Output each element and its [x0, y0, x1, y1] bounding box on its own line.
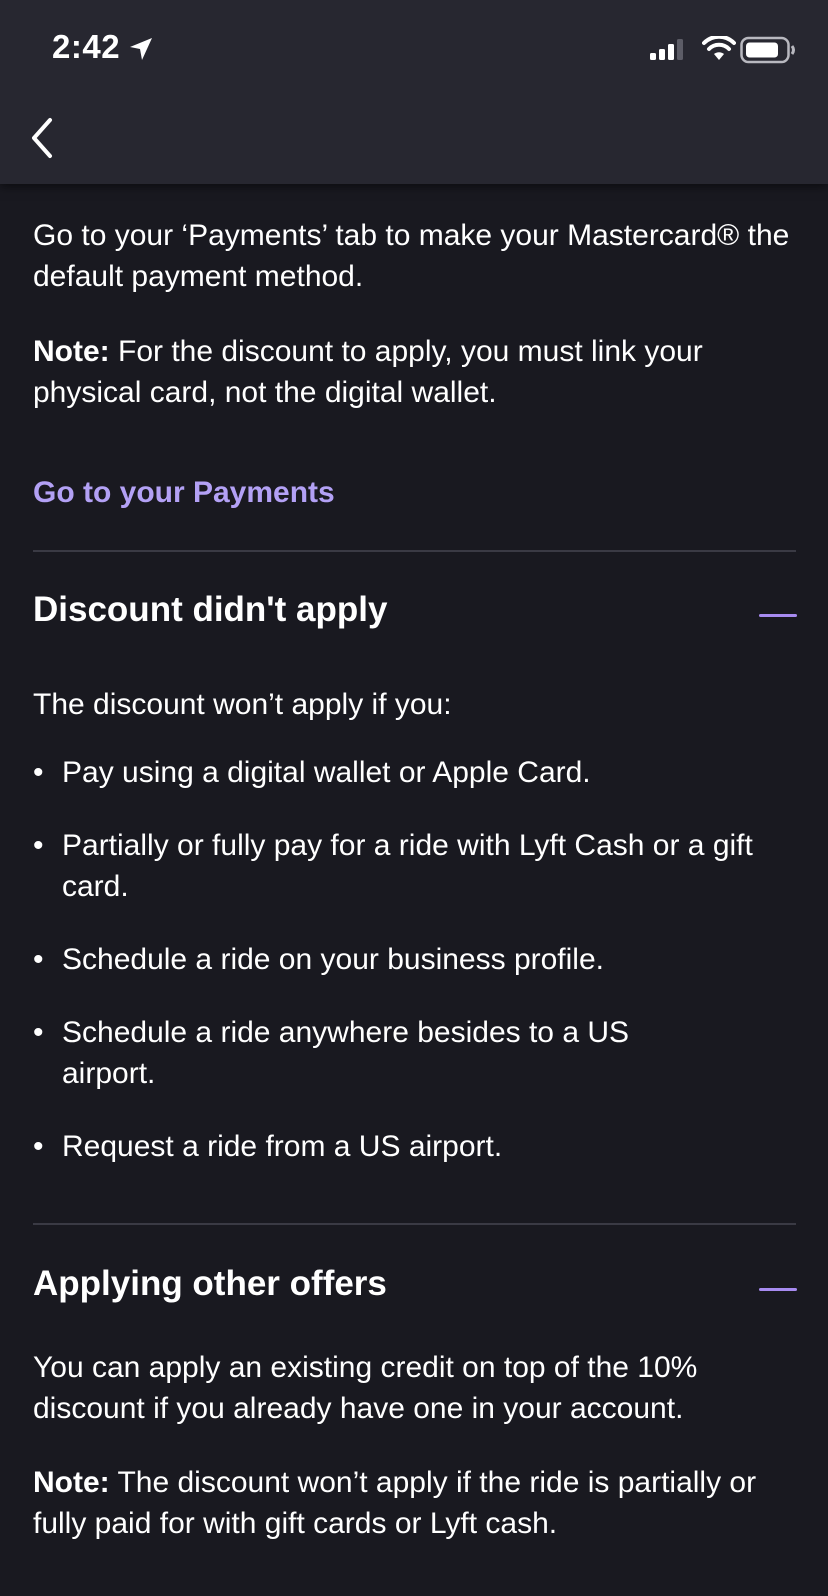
list-item: • Pay using a digital wallet or Apple Car… [33, 752, 796, 793]
section-divider [33, 1223, 796, 1225]
go-to-payments-link[interactable]: Go to your Payments [33, 476, 335, 510]
section-title-discount[interactable]: Discount didn't apply [33, 590, 387, 630]
location-arrow-icon [130, 38, 152, 60]
section-divider [33, 550, 796, 552]
nav-header: 2:42 [0, 0, 828, 184]
section-intro-discount: The discount won’t apply if you: [33, 688, 452, 721]
bullet: • [33, 1016, 44, 1049]
list-item: • Partially or fully pay for a ride with … [33, 825, 796, 907]
battery-icon [740, 36, 795, 64]
note-label: Note: [33, 335, 110, 368]
back-button[interactable] [20, 108, 80, 168]
minus-icon [759, 1288, 797, 1291]
bullet: • [33, 943, 44, 976]
note-label: Note: [33, 1466, 110, 1499]
bullet: • [33, 1130, 44, 1163]
bullet: • [33, 756, 44, 789]
bullet: • [33, 829, 44, 862]
collapse-button-other-offers[interactable] [755, 1270, 799, 1310]
exclusion-list: • Pay using a digital wallet or Apple Car… [33, 752, 796, 1199]
cellular-signal-icon [650, 39, 683, 60]
note-text: Note: The discount won’t apply if the ri… [33, 1462, 796, 1544]
list-item: • Request a ride from a US airport. [33, 1126, 796, 1167]
wifi-icon [702, 36, 736, 60]
section-title-other-offers[interactable]: Applying other offers [33, 1264, 387, 1304]
note-text: Note: For the discount to apply, you mus… [33, 331, 796, 413]
list-item: • Schedule a ride anywhere besides to a U… [33, 1012, 796, 1094]
section-body-other-offers: You can apply an existing credit on top … [33, 1351, 698, 1425]
minus-icon [759, 614, 797, 617]
note-body: The discount won’t apply if the ride is … [33, 1466, 757, 1540]
status-time: 2:42 [52, 28, 121, 65]
intro-text: Go to your ‘Payments’ tab to make your M… [33, 219, 790, 293]
list-item: • Schedule a ride on your business profil… [33, 939, 796, 980]
collapse-button-discount[interactable] [755, 596, 799, 636]
note-body: For the discount to apply, you must link… [33, 335, 703, 409]
chevron-left-icon [32, 118, 52, 158]
